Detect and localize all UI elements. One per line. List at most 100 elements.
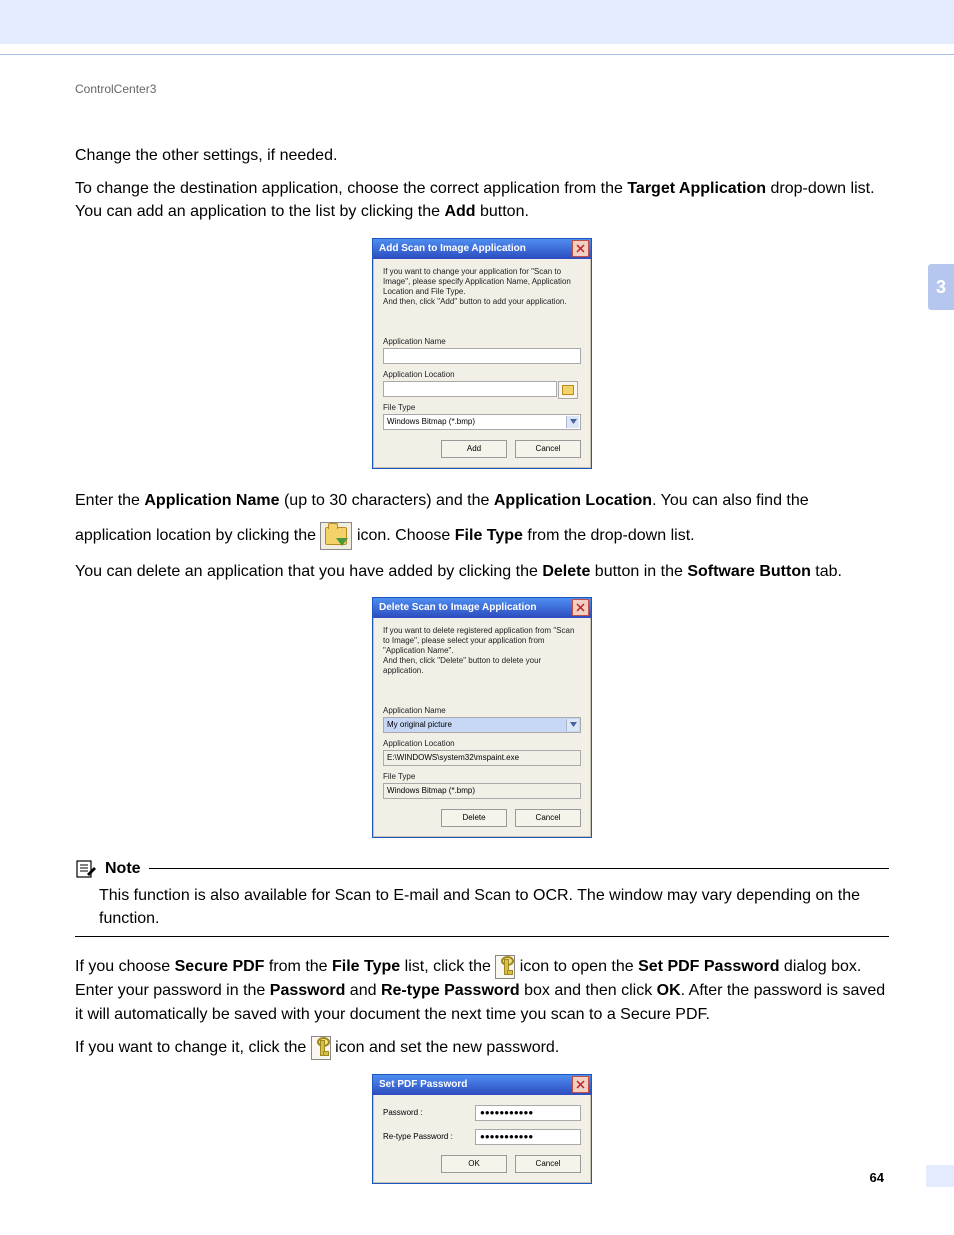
chapter-tab: 3	[928, 264, 954, 310]
bold-text: Password	[270, 982, 346, 999]
label-password: Password :	[383, 1108, 465, 1117]
header-rule	[0, 54, 954, 55]
text: (up to 30 characters) and the	[280, 492, 494, 509]
delete-dialog-titlebar: Delete Scan to Image Application	[373, 598, 591, 618]
note-header: Note	[75, 858, 889, 880]
label-file-type: File Type	[383, 772, 581, 781]
application-location-field: E:\WINDOWS\system32\mspaint.exe	[383, 750, 581, 766]
bold-text: Add	[444, 203, 475, 220]
field-value: Windows Bitmap (*.bmp)	[387, 417, 475, 426]
text: button.	[476, 203, 529, 220]
paragraph: To change the destination application, c…	[75, 177, 889, 223]
note-title: Note	[105, 860, 141, 878]
browse-folder-icon	[320, 522, 352, 550]
paragraph: application location by clicking the ico…	[75, 522, 889, 550]
field-value: My original picture	[387, 720, 452, 729]
delete-dialog-body: If you want to delete registered applica…	[373, 618, 591, 837]
close-icon[interactable]	[572, 599, 589, 616]
header-band	[0, 0, 954, 44]
chevron-down-icon[interactable]	[566, 416, 579, 428]
key-icon	[311, 1036, 331, 1060]
bold-text: File Type	[455, 527, 523, 544]
application-location-field[interactable]	[383, 381, 557, 397]
text: To change the destination application, c…	[75, 180, 627, 197]
label-application-location: Application Location	[383, 370, 581, 379]
add-dialog: Add Scan to Image Application If you wan…	[372, 238, 592, 469]
text: If you want to change it, click the	[75, 1039, 311, 1056]
paragraph: Enter the Application Name (up to 30 cha…	[75, 489, 889, 512]
label-application-name: Application Name	[383, 337, 581, 346]
bold-text: Target Application	[627, 180, 766, 197]
bold-text: Software Button	[687, 563, 811, 580]
running-header: ControlCenter3	[75, 82, 889, 96]
bold-text: Set PDF Password	[638, 959, 779, 976]
delete-dialog-description: If you want to delete registered applica…	[383, 626, 581, 676]
figure-add-dialog: Add Scan to Image Application If you wan…	[75, 238, 889, 469]
cancel-button[interactable]: Cancel	[515, 1155, 581, 1173]
page-number-stub	[926, 1165, 954, 1187]
note-body: This function is also available for Scan…	[99, 884, 889, 930]
paragraph: Change the other settings, if needed.	[75, 144, 889, 167]
text: icon to open the	[520, 959, 638, 976]
text: box and then click	[520, 982, 657, 999]
file-type-field: Windows Bitmap (*.bmp)	[383, 783, 581, 799]
retype-password-field[interactable]: ●●●●●●●●●●●	[475, 1129, 581, 1145]
text: If you choose	[75, 959, 175, 976]
note-footer-rule	[75, 936, 889, 937]
browse-button[interactable]	[558, 381, 578, 399]
cancel-button[interactable]: Cancel	[515, 440, 581, 458]
folder-icon	[562, 385, 574, 395]
close-icon[interactable]	[572, 240, 589, 257]
text: application location by clicking the	[75, 527, 320, 544]
bold-text: Secure PDF	[175, 959, 265, 976]
add-dialog-body: If you want to change your application f…	[373, 259, 591, 468]
delete-button[interactable]: Delete	[441, 809, 507, 827]
text: button in the	[590, 563, 687, 580]
key-icon	[495, 955, 515, 979]
cancel-button[interactable]: Cancel	[515, 809, 581, 827]
text: and	[345, 982, 381, 999]
add-button[interactable]: Add	[441, 440, 507, 458]
text: icon and set the new password.	[335, 1039, 559, 1056]
label-application-location: Application Location	[383, 739, 581, 748]
bold-text: Delete	[542, 563, 590, 580]
application-name-field[interactable]	[383, 348, 581, 364]
delete-dialog-title: Delete Scan to Image Application	[379, 602, 536, 613]
paragraph: If you want to change it, click the icon…	[75, 1036, 889, 1060]
bold-text: Application Name	[144, 492, 279, 509]
add-dialog-title: Add Scan to Image Application	[379, 243, 526, 254]
bold-text: OK	[657, 982, 681, 999]
text: from the	[264, 959, 332, 976]
paragraph: You can delete an application that you h…	[75, 560, 889, 583]
label-application-name: Application Name	[383, 706, 581, 715]
note-icon	[75, 858, 97, 880]
field-value: ●●●●●●●●●●●	[480, 1108, 533, 1117]
text: tab.	[811, 563, 842, 580]
bold-text: File Type	[332, 959, 400, 976]
text: . You can also find the	[652, 492, 809, 509]
page-content: ControlCenter3 Change the other settings…	[75, 82, 889, 1204]
label-retype-password: Re-type Password :	[383, 1132, 465, 1141]
pwd-dialog-body: Password : ●●●●●●●●●●● Re-type Password …	[373, 1095, 591, 1183]
pwd-dialog-titlebar: Set PDF Password	[373, 1075, 591, 1095]
text: list, click the	[400, 959, 495, 976]
password-field[interactable]: ●●●●●●●●●●●	[475, 1105, 581, 1121]
add-dialog-titlebar: Add Scan to Image Application	[373, 239, 591, 259]
delete-dialog: Delete Scan to Image Application If you …	[372, 597, 592, 838]
application-name-field[interactable]: My original picture	[383, 717, 581, 733]
bold-text: Application Location	[494, 492, 652, 509]
text: icon. Choose	[357, 527, 455, 544]
note-rule	[149, 868, 889, 869]
close-icon[interactable]	[572, 1076, 589, 1093]
text: Enter the	[75, 492, 144, 509]
file-type-field[interactable]: Windows Bitmap (*.bmp)	[383, 414, 581, 430]
label-file-type: File Type	[383, 403, 581, 412]
chevron-down-icon[interactable]	[566, 719, 579, 731]
paragraph: If you choose Secure PDF from the File T…	[75, 955, 889, 1025]
pwd-dialog-title: Set PDF Password	[379, 1079, 467, 1090]
set-pdf-password-dialog: Set PDF Password Password : ●●●●●●●●●●● …	[372, 1074, 592, 1184]
text: from the drop-down list.	[523, 527, 695, 544]
field-value: Windows Bitmap (*.bmp)	[387, 786, 475, 795]
text: You can delete an application that you h…	[75, 563, 542, 580]
ok-button[interactable]: OK	[441, 1155, 507, 1173]
